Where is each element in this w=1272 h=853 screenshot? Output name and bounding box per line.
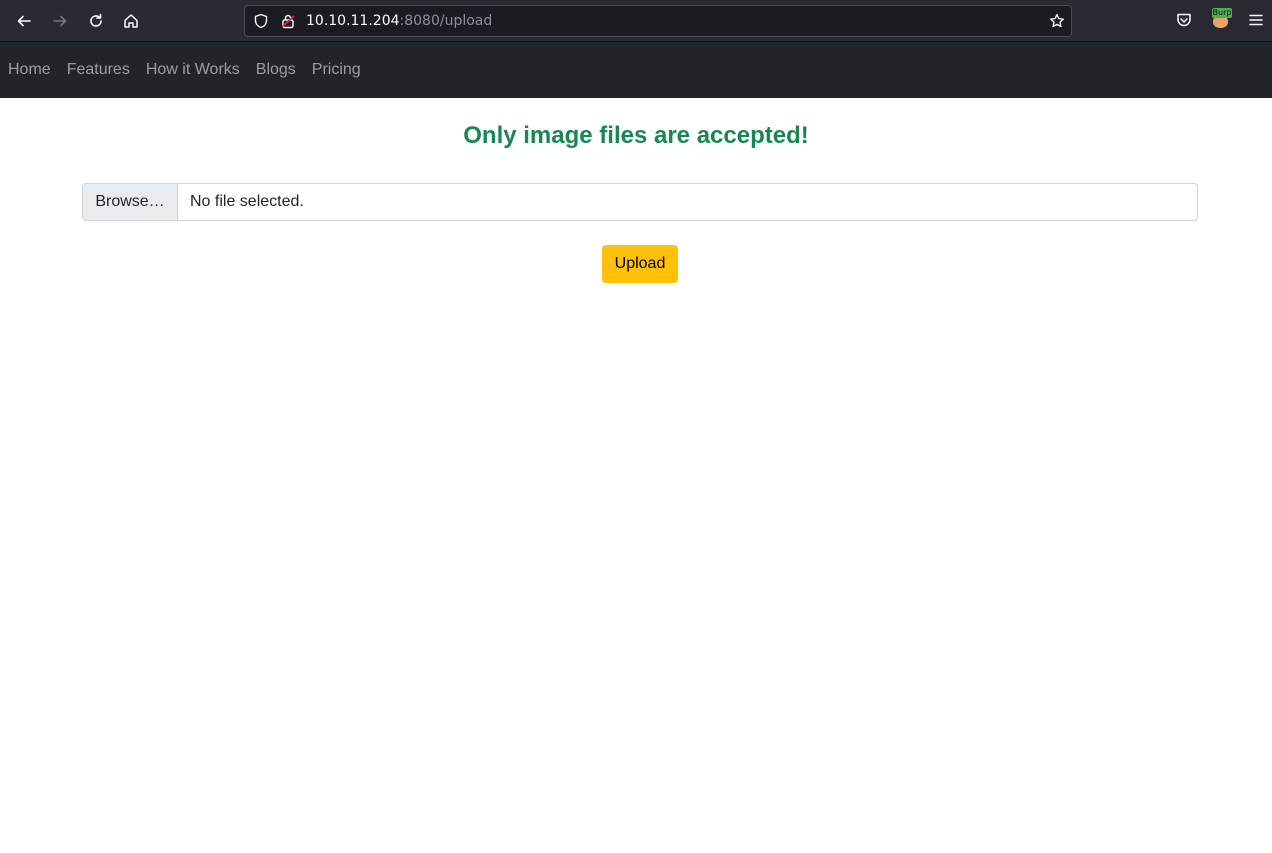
home-button[interactable] [116,6,146,36]
url-text[interactable]: 10.10.11.204:8080/upload [306,13,492,29]
nav-item-features[interactable]: Features [67,61,130,79]
burp-badge: Burp [1212,8,1232,18]
shield-icon[interactable] [253,13,269,29]
browse-button[interactable]: Browse… [83,184,178,220]
upload-message: Only image files are accepted! [463,122,809,149]
star-icon[interactable] [1049,13,1065,29]
lock-icon[interactable] [280,13,296,29]
pocket-icon[interactable] [1175,11,1193,29]
back-icon [17,15,31,27]
site-navbar: Home Features How it Works Blogs Pricing [0,42,1272,98]
file-status: No file selected. [190,193,304,210]
back-button[interactable] [9,6,39,36]
upload-button[interactable]: Upload [602,245,678,283]
nav-item-home[interactable]: Home [8,61,51,79]
url-path: :8080/upload [399,13,493,29]
url-bar[interactable]: 10.10.11.204:8080/upload [244,5,1072,37]
nav-item-pricing[interactable]: Pricing [312,61,361,79]
file-input[interactable]: Browse… No file selected. [82,183,1198,221]
forward-icon [53,15,67,27]
forward-button[interactable] [45,6,75,36]
browser-toolbar: 10.10.11.204:8080/upload Burp [0,0,1272,42]
reload-icon [90,13,102,27]
reload-button[interactable] [81,6,111,36]
home-icon [124,14,138,28]
menu-icon[interactable] [1247,11,1265,29]
url-host: 10.10.11.204 [306,13,400,29]
nav-item-how-it-works[interactable]: How it Works [146,61,240,79]
nav-item-blogs[interactable]: Blogs [256,61,296,79]
nav-list: Home Features How it Works Blogs Pricing [0,42,1272,98]
